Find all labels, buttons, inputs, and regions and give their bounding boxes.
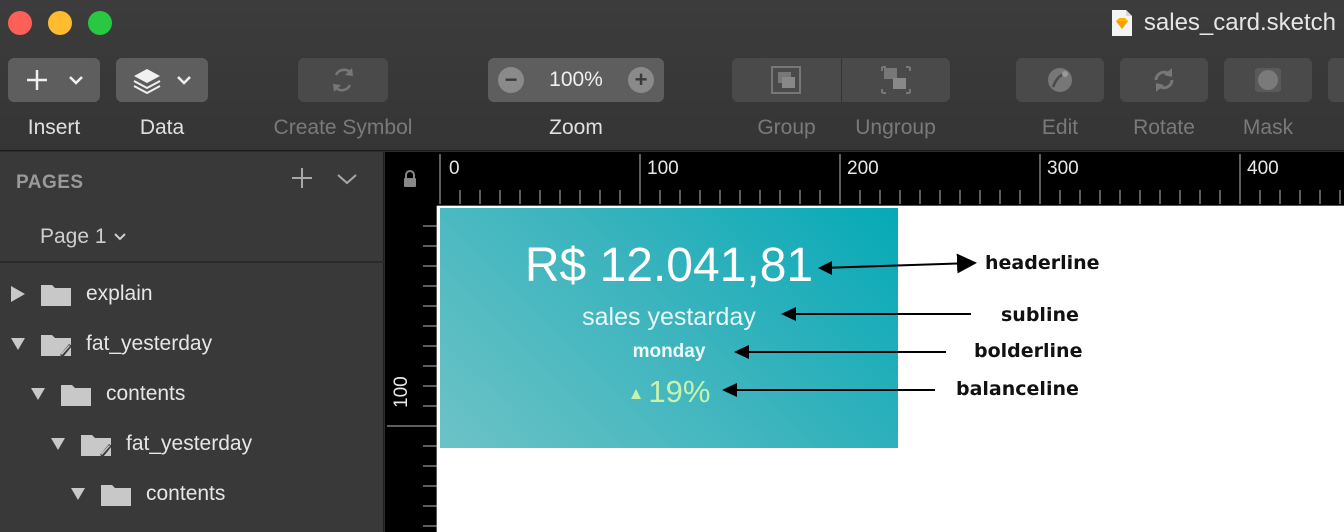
rotate-label: Rotate: [1133, 116, 1195, 139]
group-button[interactable]: [732, 58, 841, 102]
minimize-window-button[interactable]: [48, 11, 72, 35]
mask-label: Mask: [1242, 116, 1294, 139]
symbol-folder-icon: [41, 335, 72, 357]
sketch-document-icon: [1111, 10, 1132, 36]
page-selector[interactable]: Page 1: [40, 225, 127, 249]
disclosure-down-icon[interactable]: [30, 387, 46, 401]
rotate-icon: [1154, 68, 1174, 92]
data-label: Data: [139, 116, 185, 139]
insert-button[interactable]: [8, 58, 100, 102]
more-toolbar-button[interactable]: [1328, 58, 1344, 102]
layers-sidebar: PAGES Page 1 explain fat_yesterday conte…: [0, 152, 384, 532]
sidebar-divider: [0, 261, 384, 263]
chevron-down-icon: [177, 76, 191, 85]
toolbar: sales_card.sketch Insert Data Create Sym…: [0, 0, 1344, 151]
ungroup-button[interactable]: [842, 58, 951, 102]
pages-header: PAGES: [16, 172, 84, 193]
ungroup-icon: [880, 66, 911, 94]
canvas[interactable]: 0 100 200 300 400 100 R$ 12.041,81 sales…: [385, 152, 1344, 532]
ungroup-label: Ungroup: [855, 116, 936, 139]
group-ungroup-control: [732, 58, 950, 102]
group-label: Group: [757, 116, 816, 139]
rotate-button[interactable]: [1120, 58, 1208, 102]
layer-row[interactable]: fat_yesterday: [50, 424, 252, 464]
layer-label: explain: [86, 282, 153, 305]
window-title-text: sales_card.sketch: [1143, 9, 1336, 36]
annotation-balanceline: balanceline: [956, 378, 1079, 400]
plus-icon: [27, 70, 47, 90]
folder-icon: [61, 385, 91, 406]
layer-label: contents: [106, 382, 186, 405]
layer-row[interactable]: explain: [10, 274, 153, 314]
group-icon: [771, 66, 802, 94]
collapse-pages-chevron-icon[interactable]: [336, 172, 358, 186]
current-page-label: Page 1: [40, 225, 107, 248]
layer-label: contents: [146, 482, 226, 505]
mask-button[interactable]: [1224, 58, 1312, 102]
edit-label: Edit: [1041, 116, 1079, 139]
disclosure-down-icon[interactable]: [50, 437, 66, 451]
zoom-label: Zoom: [549, 116, 603, 139]
create-symbol-label: Create Symbol: [273, 116, 413, 139]
layer-row[interactable]: contents: [70, 474, 225, 514]
window-title: sales_card.sketch: [1110, 8, 1336, 38]
layer-label: fat_yesterday: [86, 332, 213, 355]
annotation-headerline: headerline: [985, 252, 1100, 274]
layers-stack-icon: [133, 69, 161, 94]
zoom-control: − 100% +: [488, 58, 664, 102]
add-page-button[interactable]: [290, 166, 314, 196]
zoom-value: 100%: [549, 68, 603, 91]
layer-row[interactable]: contents: [30, 374, 185, 414]
insert-label: Insert: [27, 116, 81, 139]
chevron-down-icon: [113, 233, 126, 241]
plus-icon: [292, 168, 312, 188]
zoom-window-button[interactable]: [88, 11, 112, 35]
annotation-arrows: [722, 253, 977, 397]
create-symbol-button[interactable]: [298, 58, 388, 102]
disclosure-down-icon[interactable]: [10, 337, 26, 351]
data-button[interactable]: [116, 58, 208, 102]
mask-icon: [1255, 68, 1281, 92]
disclosure-right-icon[interactable]: [10, 285, 26, 303]
disclosure-down-icon[interactable]: [70, 487, 86, 501]
edit-path-icon: [1048, 68, 1072, 92]
folder-icon: [41, 285, 71, 306]
symbol-folder-icon: [81, 435, 112, 457]
refresh-symbol-icon: [333, 68, 353, 92]
chevron-down-icon: [69, 76, 83, 85]
layer-row[interactable]: fat_yesterday: [10, 324, 212, 364]
annotation-subline: subline: [1001, 304, 1079, 326]
zoom-in-button[interactable]: +: [628, 67, 654, 93]
layer-label: fat_yesterday: [126, 432, 253, 455]
edit-button[interactable]: [1016, 58, 1104, 102]
close-window-button[interactable]: [8, 11, 32, 35]
zoom-out-button[interactable]: −: [498, 67, 524, 93]
folder-icon: [101, 485, 131, 506]
annotation-bolderline: bolderline: [974, 340, 1083, 362]
